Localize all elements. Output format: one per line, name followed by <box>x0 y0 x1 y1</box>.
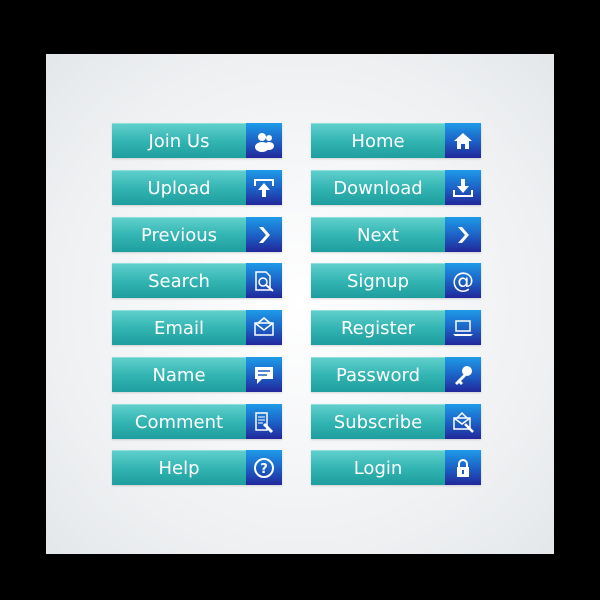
login-button[interactable]: Login <box>311 450 481 485</box>
button-label: Subscribe <box>311 404 445 439</box>
document-pen-icon <box>246 404 282 439</box>
register-button[interactable]: Register <box>311 310 481 345</box>
at-icon: @ <box>445 263 481 298</box>
home-button[interactable]: Home <box>311 123 481 158</box>
users-icon <box>246 123 282 158</box>
button-label: Login <box>311 450 445 485</box>
email-button[interactable]: Email <box>112 310 282 345</box>
question-icon: ? <box>246 450 282 485</box>
upload-icon <box>246 170 282 205</box>
svg-text:?: ? <box>260 462 268 477</box>
button-label: Register <box>311 310 445 345</box>
button-label: Upload <box>112 170 246 205</box>
download-button[interactable]: Download <box>311 170 481 205</box>
speech-bubble-icon <box>246 357 282 392</box>
button-label: Home <box>311 123 445 158</box>
home-icon <box>445 123 481 158</box>
comment-button[interactable]: Comment <box>112 404 282 439</box>
help-button[interactable]: Help? <box>112 450 282 485</box>
envelope-icon <box>246 310 282 345</box>
svg-text:@: @ <box>452 269 474 293</box>
button-label: Next <box>311 217 445 252</box>
name-button[interactable]: Name <box>112 357 282 392</box>
lock-icon <box>445 450 481 485</box>
subscribe-button[interactable]: Subscribe <box>311 404 481 439</box>
button-label: Download <box>311 170 445 205</box>
upload-button[interactable]: Upload <box>112 170 282 205</box>
button-label: Join Us <box>112 123 246 158</box>
button-label: Name <box>112 357 246 392</box>
key-icon <box>445 357 481 392</box>
search-document-icon <box>246 263 282 298</box>
button-label: Signup <box>311 263 445 298</box>
search-button[interactable]: Search <box>112 263 282 298</box>
chevron-right-icon <box>246 217 282 252</box>
button-label: Password <box>311 357 445 392</box>
join-us-button[interactable]: Join Us <box>112 123 282 158</box>
button-label: Search <box>112 263 246 298</box>
button-label: Previous <box>112 217 246 252</box>
next-button[interactable]: Next <box>311 217 481 252</box>
button-label: Comment <box>112 404 246 439</box>
signup-button[interactable]: Signup @ <box>311 263 481 298</box>
laptop-icon <box>445 310 481 345</box>
download-icon <box>445 170 481 205</box>
button-label: Email <box>112 310 246 345</box>
previous-button[interactable]: Previous <box>112 217 282 252</box>
button-label: Help <box>112 450 246 485</box>
chevron-right-icon <box>445 217 481 252</box>
envelope-cursor-icon <box>445 404 481 439</box>
password-button[interactable]: Password <box>311 357 481 392</box>
